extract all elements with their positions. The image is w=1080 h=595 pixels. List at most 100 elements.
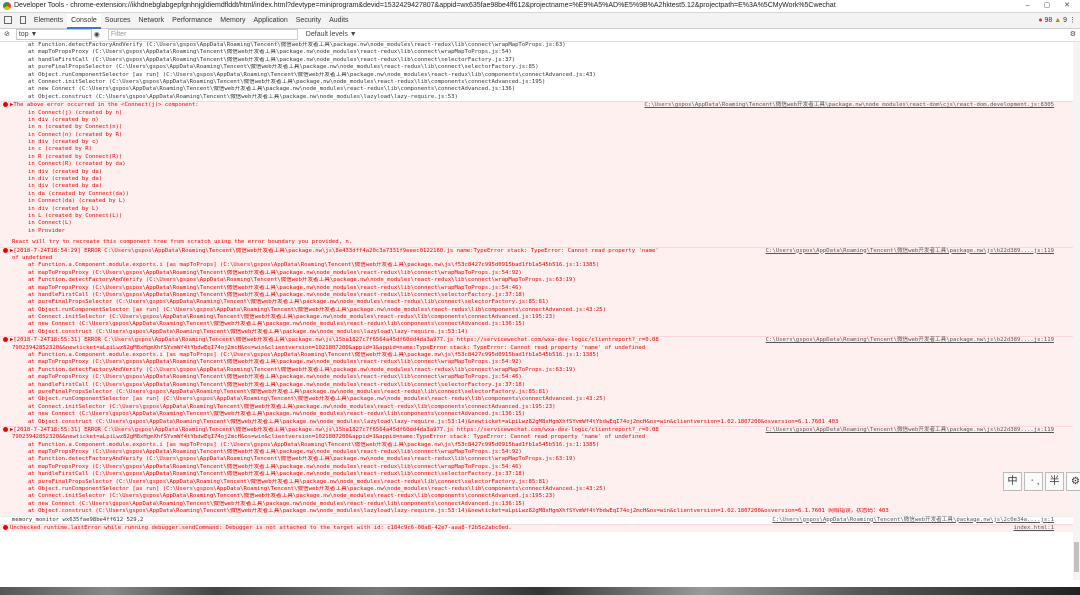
stack-line: at pureFinalPropsSelector (C:\Users\gspo… bbox=[28, 388, 549, 395]
component-stack-line: in Provider bbox=[28, 227, 66, 234]
component-stack-line: in da (created by Connect(da)) bbox=[28, 190, 130, 197]
error-source-link[interactable]: C:\Users\gspos\AppData\Roaming\Tencent\微… bbox=[766, 427, 1054, 434]
stack-line: at mapToPropsProxy (C:\Users\gspos\AppDa… bbox=[28, 374, 522, 381]
error-message-cont: of undefined bbox=[12, 254, 53, 261]
console-scrollbar[interactable] bbox=[1073, 42, 1080, 580]
stack-line: at Object.runComponentSelector [as run] … bbox=[28, 306, 606, 313]
levels-select[interactable]: Default levels ▼ bbox=[306, 29, 357, 41]
stack-line: at Function.detectFactoryAndVerify (C:\U… bbox=[28, 42, 566, 48]
error-footer: React will try to recreate this componen… bbox=[12, 239, 353, 246]
stack-line: at mapToPropsProxy (C:\Users\gspos\AppDa… bbox=[28, 269, 522, 276]
tab-performance[interactable]: Performance bbox=[168, 13, 216, 28]
console-error-entry[interactable]: ▶[2018-7-24T18:54:29] ERROR C:\Users\gsp… bbox=[0, 246, 1080, 337]
stack-line: at mapToPropsProxy (C:\Users\gspos\AppDa… bbox=[28, 449, 522, 456]
tab-sources[interactable]: Sources bbox=[101, 13, 135, 28]
filter-input[interactable]: Filter bbox=[107, 29, 298, 40]
tab-elements[interactable]: Elements bbox=[30, 13, 67, 28]
window-title: Developer Tools - chrome-extension://ikh… bbox=[14, 2, 836, 9]
error-message: ▶[2018-7-24T18:55:31] ERROR C:\Users\gsp… bbox=[10, 337, 659, 344]
component-stack-line: in div (created by L) bbox=[28, 205, 99, 212]
error-source-link[interactable]: C:\Users\gspos\AppData\Roaming\Tencent\微… bbox=[766, 337, 1054, 344]
tab-audits[interactable]: Audits bbox=[325, 13, 352, 28]
error-message-cont: 79023942852320&&newticket=aLpiLwz82gM8xH… bbox=[12, 344, 646, 351]
tab-security[interactable]: Security bbox=[292, 13, 325, 28]
error-count: 98 bbox=[1044, 17, 1053, 24]
stack-line: at handleFirstCall (C:\Users\gspos\AppDa… bbox=[28, 56, 516, 63]
context-select[interactable]: top ▼ bbox=[15, 29, 92, 40]
stack-line: at mapToPropsProxy (C:\Users\gspos\AppDa… bbox=[28, 284, 522, 291]
stack-line: at mapToPropsProxy (C:\Users\gspos\AppDa… bbox=[28, 49, 512, 56]
stack-line: at Function.detectFactoryAndVerify (C:\U… bbox=[28, 456, 576, 463]
console-error-entry[interactable]: Unchecked runtime.lastError while runnin… bbox=[0, 524, 1080, 533]
error-source-link[interactable]: index.html:1 bbox=[1014, 525, 1054, 532]
error-source-link[interactable]: C:\Users\gspos\AppData\Roaming\Tencent\微… bbox=[644, 102, 1054, 109]
console-error-entry[interactable]: ▶[2018-7-24T18:55:31] ERROR C:\Users\gsp… bbox=[0, 425, 1080, 516]
error-warning-counts[interactable]: ● 98 ▲ 9 ⋮ bbox=[1038, 13, 1076, 28]
error-header: ▶The above error occurred in the <Connec… bbox=[0, 102, 1080, 109]
stack-line: at Connect.initSelector (C:\Users\gspos\… bbox=[28, 78, 546, 85]
stack-line: at Connect.initSelector (C:\Users\gspos\… bbox=[28, 403, 556, 410]
stack-line: at Function.a.Component.module.exports.i… bbox=[28, 441, 600, 448]
device-toggle-icon[interactable] bbox=[19, 16, 26, 24]
error-icon bbox=[3, 426, 8, 432]
eye-icon[interactable]: ◉ bbox=[94, 31, 100, 38]
component-stack-line: in c (created by R) bbox=[28, 146, 92, 153]
tab-console[interactable]: Console bbox=[67, 14, 101, 29]
console-filter-bar: ⊘ top ▼ ◉ Filter Default levels ▼ ⚙ bbox=[0, 29, 1080, 42]
component-stack-line: in Connect(L) bbox=[28, 220, 72, 227]
tab-application[interactable]: Application bbox=[250, 13, 292, 28]
stack-line: at new Connect (C:\Users\gspos\AppData\R… bbox=[28, 411, 526, 418]
tab-memory[interactable]: Memory bbox=[216, 13, 249, 28]
stack-line: at Function.a.Component.module.exports.i… bbox=[28, 352, 600, 359]
error-message: ▶[2018-7-24T18:54:29] ERROR C:\Users\gsp… bbox=[10, 247, 659, 254]
console-error-entry[interactable]: ▶The above error occurred in the <Connec… bbox=[0, 101, 1080, 247]
taskbar-thumbnails bbox=[0, 587, 1080, 595]
stack-line: at pureFinalPropsSelector (C:\Users\gspo… bbox=[28, 64, 539, 71]
error-icon bbox=[3, 102, 8, 108]
stack-line: at new Connect (C:\Users\gspos\AppData\R… bbox=[28, 500, 526, 507]
log-source-link[interactable]: C:\Users\gspos\AppData\Roaming\Tencent\微… bbox=[772, 517, 1054, 524]
error-header: ▶[2018-7-24T18:54:29] ERROR C:\Users\gsp… bbox=[0, 247, 1080, 255]
taskbar-strip bbox=[0, 580, 1080, 595]
stack-line: at Object.construct (C:\Users\gspos\AppD… bbox=[28, 508, 889, 515]
component-stack-line: in Connect(j) (created by n) bbox=[28, 109, 123, 116]
window-controls[interactable]: – ▢ ✕ bbox=[1026, 0, 1076, 12]
ime-toolbar: 中ㆍ, 半 ⚙ bbox=[1003, 472, 1080, 491]
error-message-cont: 79023942852320&&newticket=aLpiLwz82gM8xH… bbox=[12, 434, 646, 441]
stack-line: at Function.a.Component.module.exports.i… bbox=[28, 262, 600, 269]
stack-line: at Object.runComponentSelector [as run] … bbox=[28, 71, 596, 78]
component-stack-line: in div (created by da) bbox=[28, 183, 103, 190]
scrollbar-thumb[interactable] bbox=[1074, 542, 1079, 572]
devtools-tabbar: Elements Console Sources Network Performance… bbox=[0, 13, 1080, 29]
error-message: Unchecked runtime.lastError while runnin… bbox=[10, 525, 512, 531]
more-options-icon[interactable]: ⋮ bbox=[1069, 17, 1076, 24]
tab-network[interactable]: Network bbox=[134, 13, 168, 28]
stack-line: at pureFinalPropsSelector (C:\Users\gspo… bbox=[28, 299, 549, 306]
console-output[interactable]: at Function.detectFactoryAndVerify (C:\U… bbox=[0, 42, 1080, 580]
error-source-link[interactable]: C:\Users\gspos\AppData\Roaming\Tencent\微… bbox=[766, 248, 1054, 255]
error-line: Unchecked runtime.lastError while runnin… bbox=[0, 525, 1080, 532]
settings-gear-icon[interactable]: ⚙ bbox=[1070, 29, 1076, 41]
component-stack-line: in div (created by n) bbox=[28, 116, 99, 123]
console-log-entry[interactable]: memory_monitor wx635fae98be4ff612 529,2 C… bbox=[0, 515, 1080, 524]
component-stack-line: in div (created by c) bbox=[28, 139, 99, 146]
stack-line: at handleFirstCall (C:\Users\gspos\AppDa… bbox=[28, 291, 526, 298]
stack-line: at Function.detectFactoryAndVerify (C:\U… bbox=[28, 366, 576, 373]
log-message: memory_monitor wx635fae98be4ff612 529,2 bbox=[12, 516, 144, 523]
ime-settings-button[interactable]: ⚙ bbox=[1066, 472, 1080, 491]
component-stack-line: in Connect(R) (created by da) bbox=[28, 161, 126, 168]
console-error-entry[interactable]: ▶[2018-7-24T18:55:31] ERROR C:\Users\gsp… bbox=[0, 336, 1080, 426]
component-stack-line: in L (created by Connect(L)) bbox=[28, 212, 123, 219]
clear-console-icon[interactable]: ⊘ bbox=[4, 31, 10, 38]
ime-chinese-mode-button[interactable]: 中 bbox=[1003, 472, 1022, 491]
error-icon: ● bbox=[1038, 17, 1043, 24]
ime-punctuation-button[interactable]: ㆍ, bbox=[1024, 472, 1043, 491]
stack-line: at Object.construct (C:\Users\gspos\AppD… bbox=[28, 328, 468, 335]
stack-line: at pureFinalPropsSelector (C:\Users\gspo… bbox=[28, 478, 549, 485]
ime-halfwidth-button[interactable]: 半 bbox=[1045, 472, 1064, 491]
log-line: memory_monitor wx635fae98be4ff612 529,2 C… bbox=[0, 517, 1080, 524]
chrome-icon bbox=[3, 2, 11, 10]
error-icon bbox=[3, 247, 8, 253]
inspect-icon[interactable] bbox=[4, 16, 12, 24]
stack-line: at Object.construct (C:\Users\gspos\AppD… bbox=[28, 93, 458, 100]
